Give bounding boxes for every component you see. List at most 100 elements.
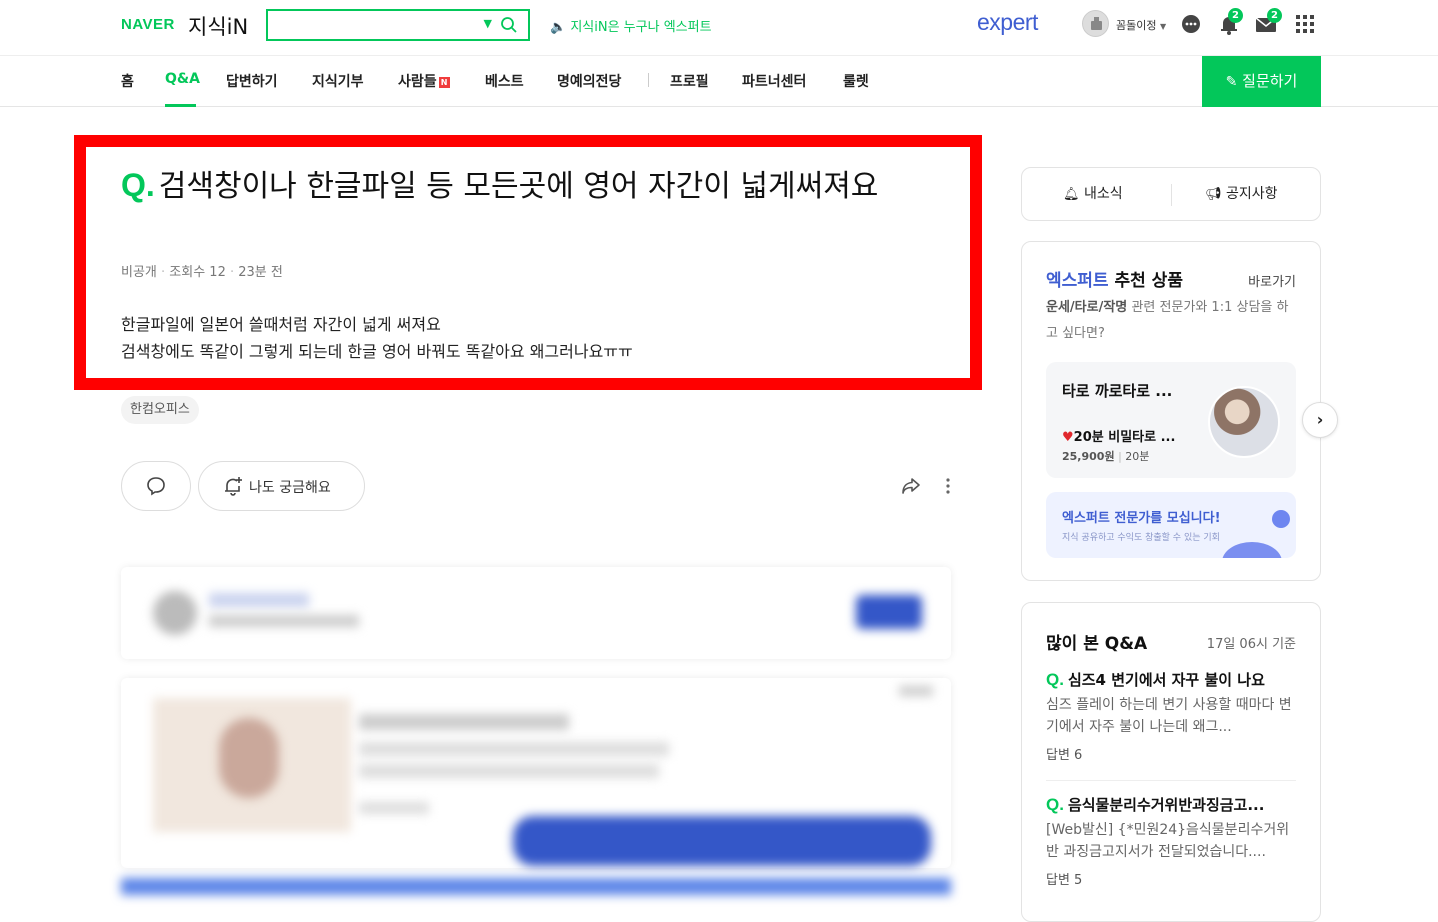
- new-badge: N: [438, 77, 450, 88]
- heart-icon: ♥: [1062, 430, 1074, 445]
- more-icon[interactable]: [938, 475, 958, 497]
- expert-logo[interactable]: expert: [977, 9, 1038, 36]
- expert-recruit-banner[interactable]: 엑스퍼트 전문가를 모십니다! 지식 공유하고 수익도 창출할 수 있는 기회: [1046, 492, 1296, 558]
- kin-logo[interactable]: 지식iN: [188, 11, 248, 41]
- ad-label: [899, 686, 933, 696]
- my-tabs-card: 🔔︎ 내소식 📢︎ 공지사항: [1021, 167, 1321, 221]
- product-name: 타로 까로타로 ...: [1062, 382, 1173, 400]
- ad-line: [359, 802, 429, 814]
- question-views: 조회수 12: [169, 265, 226, 280]
- nav-best[interactable]: 베스트: [485, 71, 524, 91]
- question-meta: 비공개 · 조회수 12 · 23분 전: [121, 265, 283, 280]
- caret-down-icon: ▼: [1159, 22, 1167, 31]
- popular-divider: [1046, 780, 1296, 781]
- nav-profile[interactable]: 프로필: [670, 71, 709, 91]
- question-time: 23분 전: [238, 265, 283, 280]
- naver-logo[interactable]: NAVER: [121, 16, 175, 33]
- search-dropdown-icon[interactable]: ▼: [484, 17, 492, 30]
- popular-item-title: Q. 심즈4 변기에서 자꾸 불이 나요: [1046, 669, 1296, 690]
- question-body-line: 검색창에도 똑같이 그렇게 되는데 한글 영어 바꿔도 똑같아요 왜그러나요ㅠㅠ: [121, 342, 633, 361]
- ad-avatar: [153, 591, 197, 635]
- question-body: 한글파일에 일본어 쓸때처럼 자간이 넓게 써져요 검색창에도 똑같이 그렇게 …: [121, 311, 633, 365]
- popular-item-answers: 답변 6: [1046, 748, 1083, 763]
- ad-strip: [121, 878, 951, 895]
- carousel-next-button[interactable]: ›: [1302, 402, 1338, 438]
- nav-partner-center[interactable]: 파트너센터: [742, 71, 806, 91]
- question-body-line: 한글파일에 일본어 쓸때처럼 자간이 넓게 써져요: [121, 315, 441, 334]
- avatar[interactable]: [1082, 10, 1109, 37]
- popular-item-body: 심즈 플레이 하는데 변기 사용할 때마다 변기에서 자주 불이 나는데 왜그.…: [1046, 697, 1292, 735]
- question-title: Q. 검색창이나 한글파일 등 모든곳에 영어 자간이 넓게써져요: [121, 165, 951, 207]
- popular-item-title: Q. 음식물분리수거위반과징금고...: [1046, 794, 1296, 815]
- share-icon[interactable]: [900, 475, 922, 497]
- notice-text: 지식iN은 누구나 엑스퍼트: [570, 20, 712, 35]
- product-price: 25,900원: [1062, 450, 1115, 463]
- search-input[interactable]: [274, 15, 474, 35]
- expert-notice-link[interactable]: 🔈 지식iN은 누구나 엑스퍼트: [550, 16, 712, 35]
- ask-question-label: 질문하기: [1242, 72, 1298, 90]
- nav-qna[interactable]: Q&A: [165, 71, 200, 87]
- question-tag[interactable]: 한컴오피스: [121, 396, 199, 424]
- username: 꼼돌이정: [1116, 19, 1157, 32]
- bell-outline-icon: 🔔︎: [1063, 187, 1080, 202]
- ad-image-figure: [219, 718, 279, 798]
- apps-grid-icon[interactable]: [1293, 12, 1317, 36]
- nav-roulette[interactable]: 룰렛: [843, 71, 869, 91]
- popular-item-body: [Web발신] {*민원24}음식물분리수거위반 과징금고지서가 전달되었습니다…: [1046, 822, 1290, 860]
- expert-title-rest: 추천 상품: [1114, 271, 1183, 291]
- talk-icon[interactable]: [1179, 12, 1203, 36]
- nav-active-indicator: [165, 104, 196, 107]
- popular-basis: 17일 06시 기준: [1206, 637, 1296, 652]
- product-subtitle-row: ♥20분 비밀타로 ...: [1062, 426, 1175, 445]
- nav-divider: [648, 73, 649, 87]
- ad-line: [209, 593, 309, 607]
- nav-people[interactable]: 사람들 N: [398, 71, 450, 91]
- expert-product-card[interactable]: 타로 까로타로 ... ♥20분 비밀타로 ... 25,900원 | 20분: [1046, 362, 1296, 478]
- ad-button: [856, 595, 922, 629]
- ad-line: [209, 615, 359, 627]
- recruit-decoration: [1222, 542, 1282, 558]
- ad-card[interactable]: [121, 678, 951, 868]
- ad-line: [359, 714, 569, 730]
- pencil-icon: ✎: [1225, 74, 1238, 90]
- expert-shortcut-link[interactable]: 바로가기: [1248, 271, 1296, 290]
- curious-button-label: 나도 궁금해요: [249, 480, 331, 496]
- popular-item-title-text: 심즈4 변기에서 자꾸 불이 나요: [1067, 671, 1265, 689]
- recruit-title: 엑스퍼트 전문가를 모십니다!: [1062, 511, 1221, 526]
- megaphone-icon: 📢︎: [1205, 187, 1222, 202]
- notification-badge: 2: [1228, 8, 1243, 23]
- recruit-subtitle: 지식 공유하고 수익도 창출할 수 있는 기회: [1062, 533, 1220, 543]
- nav-donation[interactable]: 지식기부: [312, 71, 364, 91]
- ad-line: [359, 742, 669, 756]
- question-author: 비공개: [121, 265, 157, 280]
- nav-home[interactable]: 홈: [121, 71, 134, 91]
- chevron-right-icon: ›: [1316, 410, 1324, 429]
- search-box[interactable]: ▼: [266, 9, 530, 41]
- product-duration: 20분: [1125, 450, 1150, 463]
- user-icon: [1091, 17, 1102, 30]
- tab-my-news-label: 내소식: [1083, 186, 1123, 202]
- popular-title: 많이 본 Q&A: [1046, 634, 1148, 654]
- ad-banner[interactable]: [121, 567, 951, 659]
- speaker-icon: 🔈: [550, 20, 567, 35]
- tab-notice-label: 공지사항: [1225, 186, 1278, 202]
- popular-qna-card: 많이 본 Q&A 17일 06시 기준 Q. 심즈4 변기에서 자꾸 불이 나요 …: [1021, 602, 1321, 922]
- q-mark: Q.: [1046, 795, 1064, 814]
- ad-line: [359, 764, 659, 778]
- expert-description: 운세/타로/작명 관련 전문가와 1:1 상담을 하고 싶다면?: [1046, 295, 1296, 347]
- bell-plus-icon: [225, 477, 242, 496]
- curious-button[interactable]: 나도 궁금해요: [198, 461, 365, 511]
- comment-icon: [147, 477, 165, 496]
- product-price-row: 25,900원 | 20분: [1062, 450, 1150, 463]
- tab-my-news[interactable]: 🔔︎ 내소식: [1063, 183, 1123, 203]
- nav-hall-of-fame[interactable]: 명예의전당: [557, 71, 621, 91]
- popular-item[interactable]: Q. 심즈4 변기에서 자꾸 불이 나요 심즈 플레이 하는데 변기 사용할 때마…: [1046, 669, 1296, 763]
- comment-button[interactable]: [121, 461, 191, 511]
- question-title-text: 검색창이나 한글파일 등 모든곳에 영어 자간이 넓게써져요: [158, 169, 879, 204]
- nav-answer[interactable]: 답변하기: [226, 71, 278, 91]
- username-menu[interactable]: 꼼돌이정 ▼: [1116, 17, 1166, 33]
- search-icon[interactable]: [500, 16, 518, 34]
- popular-item[interactable]: Q. 음식물분리수거위반과징금고... [Web발신] {*민원24}음식물분리수…: [1046, 794, 1296, 888]
- tab-notice[interactable]: 📢︎ 공지사항: [1205, 183, 1278, 203]
- ask-question-button[interactable]: ✎ 질문하기: [1202, 56, 1321, 107]
